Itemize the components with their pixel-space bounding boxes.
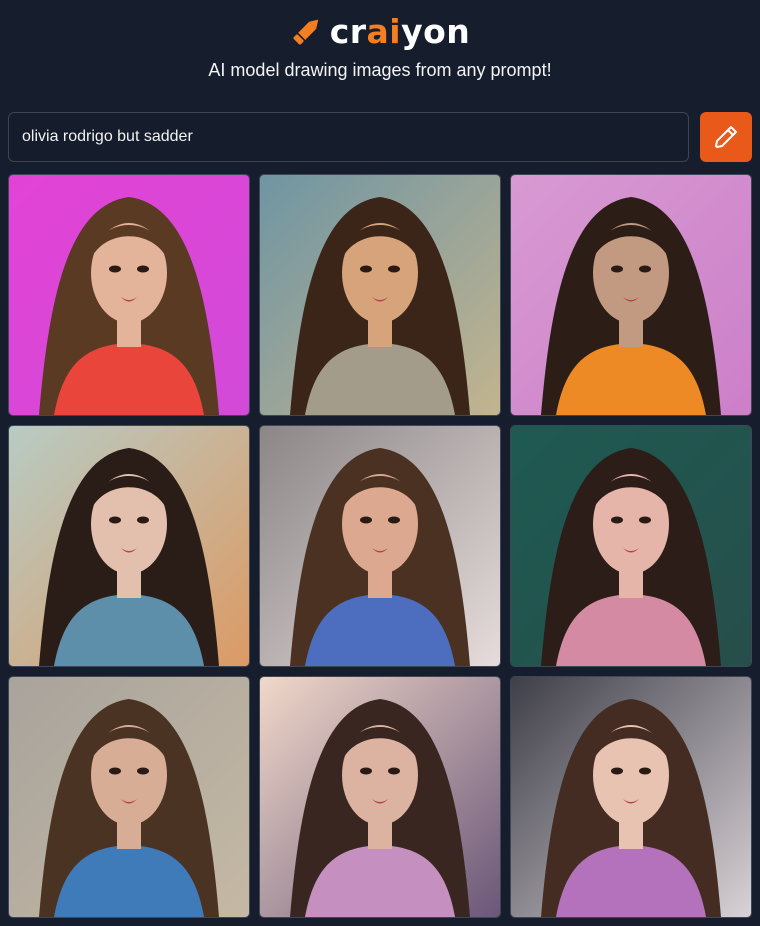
result-image[interactable] [510, 676, 752, 918]
tagline: AI model drawing images from any prompt! [208, 60, 552, 80]
result-image[interactable] [510, 174, 752, 416]
page: craiyon AI model drawing images from any… [0, 0, 760, 926]
logo-suffix: yon [401, 11, 471, 51]
result-image[interactable] [8, 676, 250, 918]
results-grid [8, 174, 752, 918]
pencil-logo-icon [293, 19, 319, 45]
logo-prefix: cr [329, 11, 367, 51]
pencil-icon [715, 126, 737, 148]
result-image[interactable] [259, 676, 501, 918]
result-image[interactable] [259, 425, 501, 667]
craiyon-logo[interactable]: craiyon [0, 10, 760, 52]
prompt-input[interactable] [8, 112, 689, 162]
result-image[interactable] [259, 174, 501, 416]
result-image[interactable] [510, 425, 752, 667]
logo-accent: ai [366, 11, 402, 51]
logo-wordmark: craiyon [330, 12, 471, 51]
result-image[interactable] [8, 174, 250, 416]
draw-button[interactable] [700, 112, 752, 162]
result-image[interactable] [8, 425, 250, 667]
